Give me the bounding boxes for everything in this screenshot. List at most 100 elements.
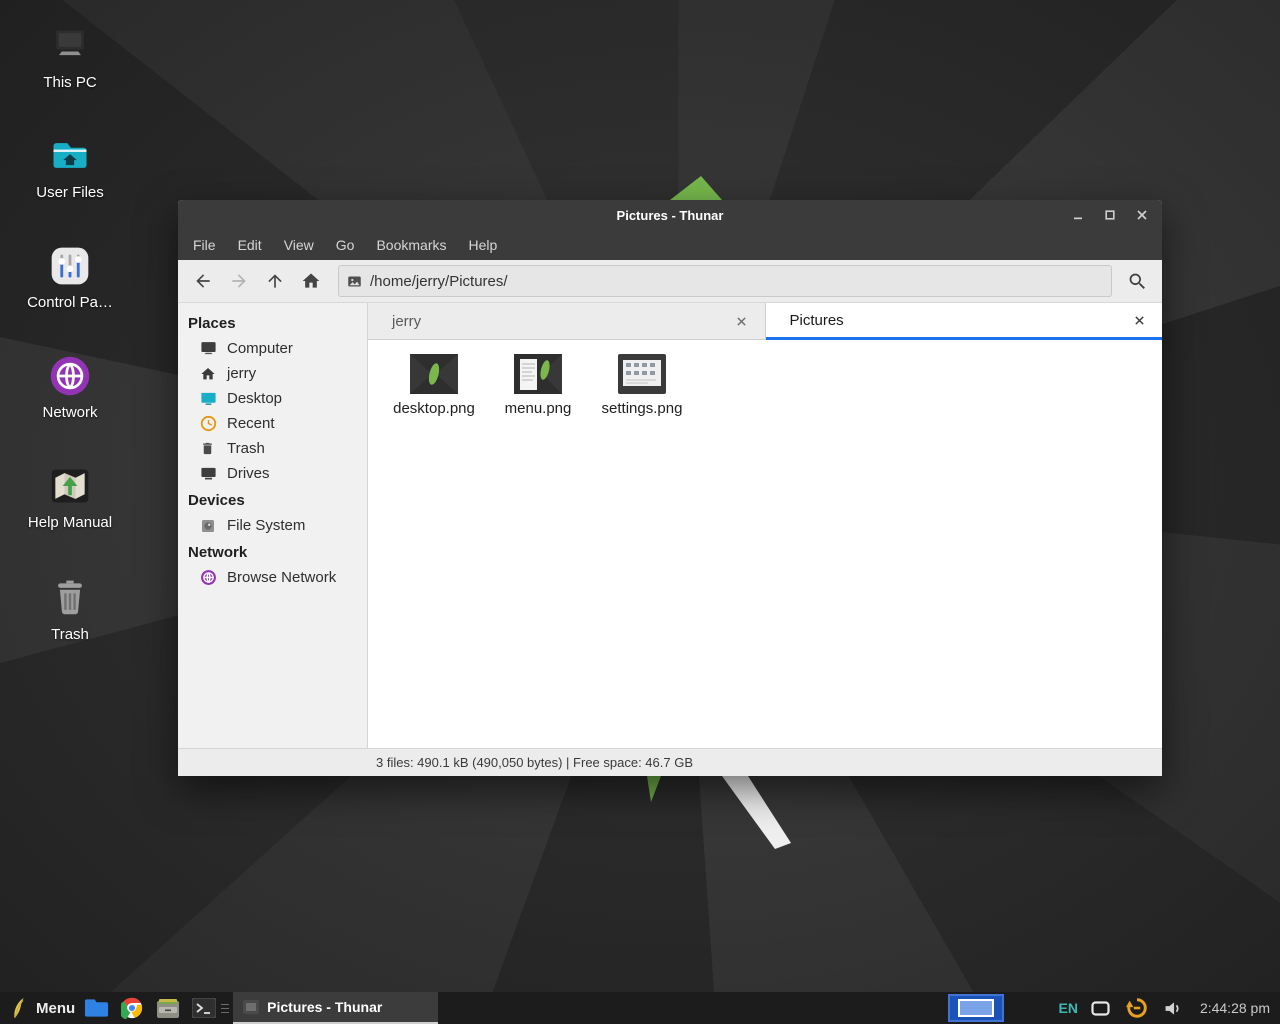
globe-icon xyxy=(48,354,92,398)
desktop: This PC User Files Control Pa… Network H… xyxy=(0,0,1280,1024)
file-name: desktop.png xyxy=(393,400,475,417)
menu-edit[interactable]: Edit xyxy=(227,233,273,257)
close-button[interactable] xyxy=(1130,203,1154,227)
desktop-icon-label: This PC xyxy=(43,74,96,91)
image-thumbnail xyxy=(410,354,458,394)
window-titlebar[interactable]: Pictures - Thunar xyxy=(178,200,1162,230)
path-text: /home/jerry/Pictures/ xyxy=(370,273,508,290)
sidebar-item-label: Recent xyxy=(227,415,275,432)
menu-bookmarks[interactable]: Bookmarks xyxy=(365,233,457,257)
desktop-icon xyxy=(200,390,217,407)
desktop-icon-label: Help Manual xyxy=(28,514,112,531)
file-name: menu.png xyxy=(505,400,572,417)
desktop-icon-label: User Files xyxy=(36,184,104,201)
desktop-icon-trash[interactable]: Trash xyxy=(10,576,130,676)
workspace-window-preview xyxy=(958,999,994,1017)
thunar-window: Pictures - Thunar File Edit View Go Book… xyxy=(178,200,1162,776)
tab-label: Pictures xyxy=(790,312,1131,329)
desktop-icon-network[interactable]: Network xyxy=(10,354,130,454)
desktop-icon-label: Network xyxy=(42,404,97,421)
harddisk-icon xyxy=(200,517,217,534)
desktop-icon-label: Control Pa… xyxy=(27,294,113,311)
file-manager-launcher-icon[interactable] xyxy=(83,995,109,1021)
tab-pictures[interactable]: Pictures xyxy=(766,303,1163,340)
minimize-button[interactable] xyxy=(1066,203,1090,227)
menu-file[interactable]: File xyxy=(182,233,227,257)
terminal-icon[interactable] xyxy=(191,995,217,1021)
maximize-button[interactable] xyxy=(1098,203,1122,227)
sidebar-item-label: Browse Network xyxy=(227,569,336,586)
file-settings-png[interactable]: settings.png xyxy=(594,354,690,417)
file-name: settings.png xyxy=(602,400,683,417)
forward-button[interactable] xyxy=(222,265,256,297)
sidebar-item-label: Drives xyxy=(227,465,270,482)
file-desktop-png[interactable]: desktop.png xyxy=(386,354,482,417)
file-menu-png[interactable]: menu.png xyxy=(490,354,586,417)
clock: 2:44:28 pm xyxy=(1200,1000,1270,1016)
trash-icon xyxy=(200,440,217,457)
manual-map-icon xyxy=(48,464,92,508)
computer-icon xyxy=(200,340,217,357)
up-button[interactable] xyxy=(258,265,292,297)
menu-help[interactable]: Help xyxy=(458,233,509,257)
tab-jerry[interactable]: jerry xyxy=(368,303,766,340)
tab-close-icon[interactable] xyxy=(733,312,751,330)
tab-bar: jerry Pictures xyxy=(368,303,1162,340)
desktop-icon-user-files[interactable]: User Files xyxy=(10,134,130,234)
path-bar[interactable]: /home/jerry/Pictures/ xyxy=(338,265,1112,297)
desktop-icon-label: Trash xyxy=(51,626,89,643)
toolbar: /home/jerry/Pictures/ xyxy=(178,260,1162,303)
tasklist-handle[interactable] xyxy=(221,998,229,1018)
sidebar: Places Computer jerry xyxy=(178,303,368,748)
drives-icon xyxy=(200,465,217,482)
sidebar-header-network: Network xyxy=(178,538,367,565)
chrome-icon[interactable] xyxy=(119,995,145,1021)
trash-icon xyxy=(48,576,92,620)
sidebar-item-file-system[interactable]: File System xyxy=(178,513,367,538)
sidebar-item-label: Desktop xyxy=(227,390,282,407)
sidebar-item-desktop[interactable]: Desktop xyxy=(178,386,367,411)
home-icon xyxy=(200,365,217,382)
sidebar-item-drives[interactable]: Drives xyxy=(178,461,367,486)
sidebar-header-devices: Devices xyxy=(178,486,367,513)
desktop-icon-help-manual[interactable]: Help Manual xyxy=(10,464,130,564)
menu-go[interactable]: Go xyxy=(325,233,366,257)
desktop-icon-control-panel[interactable]: Control Pa… xyxy=(10,244,130,344)
back-button[interactable] xyxy=(186,265,220,297)
taskbar-task-pictures-thunar[interactable]: Pictures - Thunar xyxy=(233,992,438,1024)
menu-feather-icon[interactable] xyxy=(6,995,32,1021)
home-button[interactable] xyxy=(294,265,328,297)
window-title: Pictures - Thunar xyxy=(178,208,1162,223)
home-folder-icon xyxy=(48,134,92,178)
archive-drawer-icon[interactable] xyxy=(155,995,181,1021)
keyboard-layout-indicator[interactable]: EN xyxy=(1058,1000,1077,1016)
sidebar-item-trash[interactable]: Trash xyxy=(178,436,367,461)
tab-label: jerry xyxy=(392,313,733,330)
sidebar-item-label: File System xyxy=(227,517,305,534)
sidebar-item-label: Computer xyxy=(227,340,293,357)
image-thumbnail xyxy=(514,354,562,394)
sidebar-item-jerry[interactable]: jerry xyxy=(178,361,367,386)
sidebar-item-label: jerry xyxy=(227,365,256,382)
menu-bar: File Edit View Go Bookmarks Help xyxy=(178,230,1162,260)
sidebar-item-recent[interactable]: Recent xyxy=(178,411,367,436)
sidebar-item-label: Trash xyxy=(227,440,265,457)
menu-button[interactable]: Menu xyxy=(36,1000,75,1017)
thunar-task-icon xyxy=(243,1000,259,1014)
desktop-icon-this-pc[interactable]: This PC xyxy=(10,24,130,124)
update-manager-icon[interactable] xyxy=(1124,995,1150,1021)
file-view[interactable]: desktop.png menu.png settings.png xyxy=(368,340,1162,748)
task-label: Pictures - Thunar xyxy=(267,999,382,1015)
clock-icon xyxy=(200,415,217,432)
pictures-folder-icon xyxy=(347,274,362,289)
search-button[interactable] xyxy=(1120,265,1154,297)
workspace-switcher[interactable] xyxy=(948,994,1004,1022)
screen-display-tray-icon[interactable] xyxy=(1088,995,1114,1021)
tab-close-icon[interactable] xyxy=(1130,311,1148,329)
globe-icon xyxy=(200,569,217,586)
menu-view[interactable]: View xyxy=(273,233,325,257)
sidebar-item-computer[interactable]: Computer xyxy=(178,336,367,361)
sidebar-item-browse-network[interactable]: Browse Network xyxy=(178,565,367,590)
volume-icon[interactable] xyxy=(1160,995,1186,1021)
sidebar-header-places: Places xyxy=(178,309,367,336)
